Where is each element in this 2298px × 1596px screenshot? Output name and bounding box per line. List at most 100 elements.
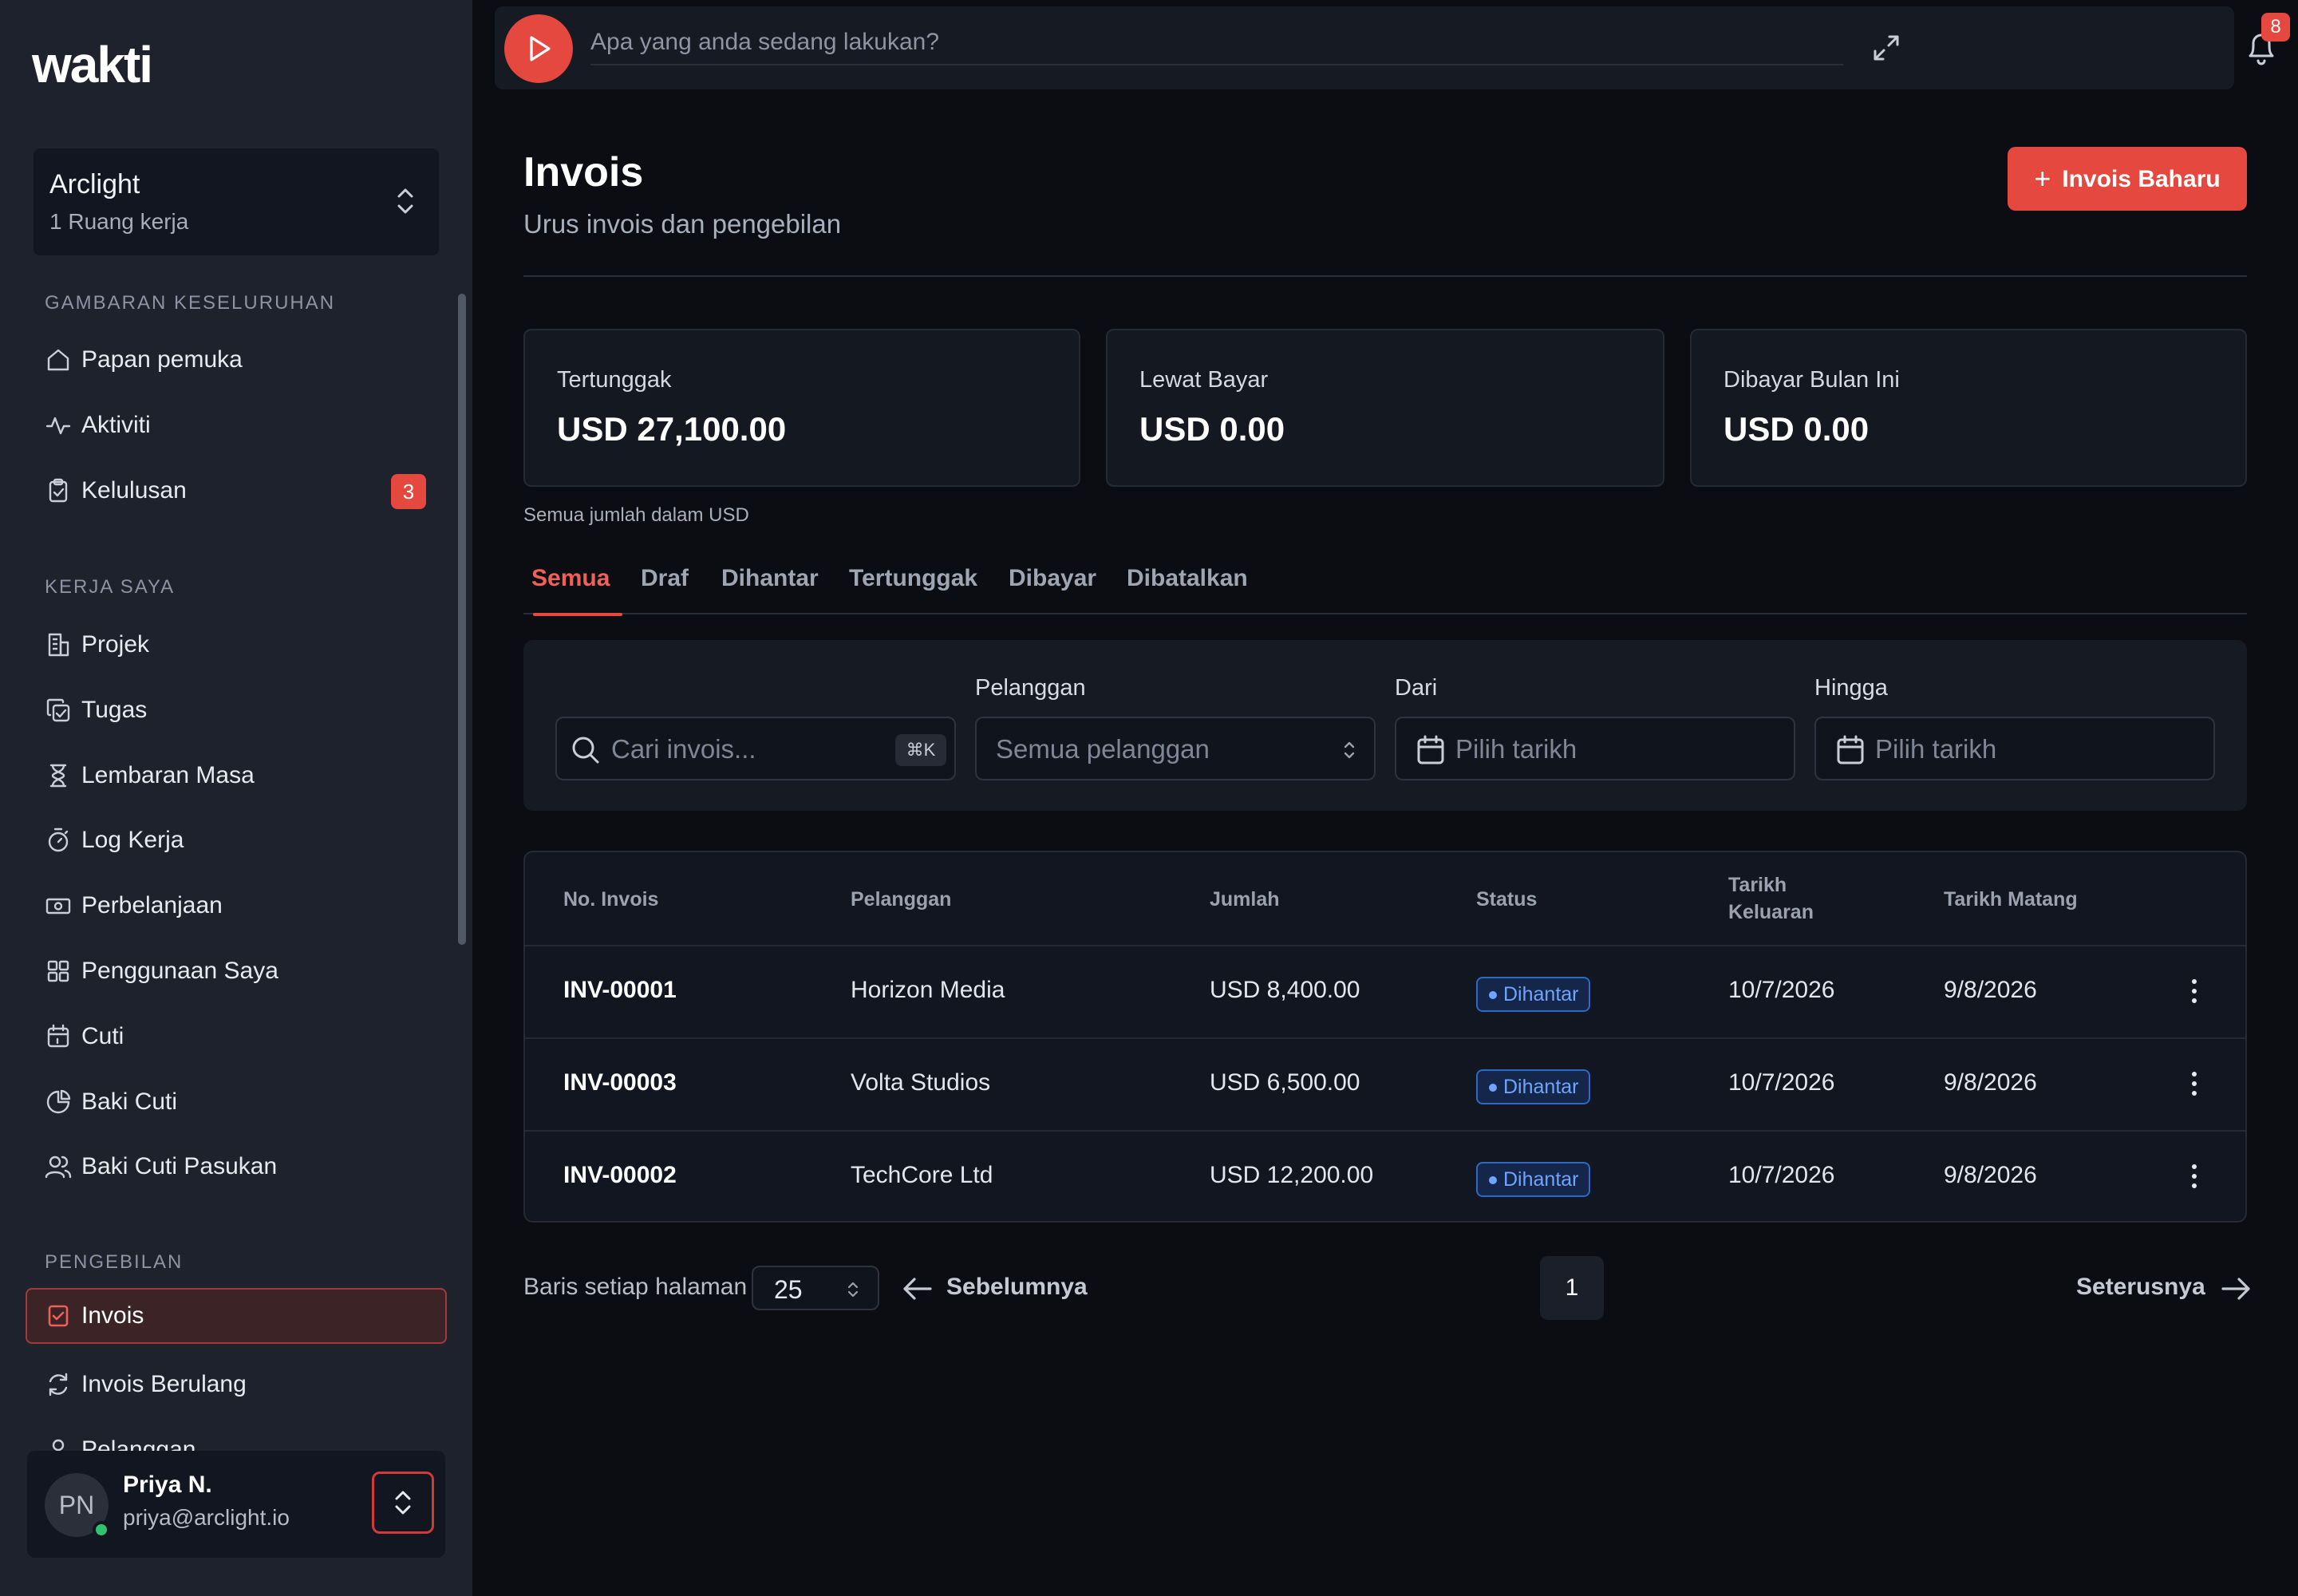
sidebar-item-invoices[interactable]: Invois <box>26 1288 447 1344</box>
sidebar-item-dashboard[interactable]: Papan pemuka <box>26 332 447 388</box>
start-timer-button[interactable] <box>504 14 573 83</box>
app-logo[interactable]: wakti <box>32 35 153 94</box>
timer-icon <box>48 828 69 852</box>
sidebar-item-expenses[interactable]: Perbelanjaan <box>26 878 447 934</box>
invoice-due-date: 9/8/2026 <box>1944 977 2037 1003</box>
tab-cancelled[interactable]: Dibatalkan <box>1127 565 1248 614</box>
building-icon <box>48 633 69 657</box>
sidebar-item-label: Lembaran Masa <box>81 762 255 788</box>
from-date-picker[interactable]: Pilih tarikh <box>1395 717 1795 780</box>
search-input[interactable]: Cari invois... ⌘K <box>555 717 956 780</box>
invoice-due-date: 9/8/2026 <box>1944 1162 2037 1188</box>
sidebar-item-worklog[interactable]: Log Kerja <box>26 812 447 868</box>
tab-outstanding[interactable]: Tertunggak <box>849 565 977 614</box>
more-vertical-icon[interactable] <box>2185 1160 2204 1192</box>
to-date-picker[interactable]: Pilih tarikh <box>1814 717 2215 780</box>
workspace-switcher[interactable]: Arclight 1 Ruang kerja <box>34 148 439 255</box>
refresh-icon <box>49 1373 68 1396</box>
currency-note: Semua jumlah dalam USD <box>523 504 749 526</box>
to-date-placeholder: Pilih tarikh <box>1875 734 1997 764</box>
chevrons-up-down-icon <box>847 1282 859 1298</box>
banknote-icon <box>45 898 71 915</box>
page-title: Invois <box>523 149 644 196</box>
search-placeholder: Cari invois... <box>611 734 756 764</box>
invoice-table: No. Invois Pelanggan Jumlah Status Tarik… <box>523 851 2247 1223</box>
summary-card-outstanding: Tertunggak USD 27,100.00 <box>523 329 1080 487</box>
column-header-customer[interactable]: Pelanggan <box>851 886 951 913</box>
invoice-issue-date: 10/7/2026 <box>1728 1162 1835 1188</box>
expand-icon[interactable] <box>1869 30 1904 65</box>
tab-sent[interactable]: Dihantar <box>721 565 819 614</box>
tab-label: Semua <box>531 565 610 591</box>
column-header-due-date[interactable]: Tarikh Matang <box>1944 886 2078 913</box>
invoice-amount: USD 6,500.00 <box>1210 1069 1360 1096</box>
workspace-name: Arclight <box>49 169 140 200</box>
summary-card-value: USD 0.00 <box>1139 410 1285 448</box>
table-row[interactable]: INV-00001 Horizon Media USD 8,400.00 Dih… <box>525 945 2245 1037</box>
user-menu[interactable]: PN Priya N. priya@arclight.io <box>27 1451 445 1558</box>
sidebar-item-leave-balance[interactable]: Baki Cuti <box>26 1074 447 1130</box>
invoice-number[interactable]: INV-00002 <box>563 1162 677 1189</box>
sidebar-item-my-usage[interactable]: Penggunaan Saya <box>26 943 447 999</box>
sidebar-item-label: Kelulusan <box>81 477 187 504</box>
new-invoice-button[interactable]: + Invois Baharu <box>2008 147 2247 211</box>
sidebar-item-recurring-invoices[interactable]: Invois Berulang <box>26 1357 447 1412</box>
tab-all[interactable]: Semua <box>531 565 622 616</box>
sidebar-item-label: Invois <box>81 1302 144 1329</box>
next-page-button[interactable]: Seterusnya <box>2076 1270 2252 1306</box>
summary-card-value: USD 0.00 <box>1724 410 1870 448</box>
invoice-issue-date: 10/7/2026 <box>1728 1069 1835 1096</box>
sidebar-item-leave[interactable]: Cuti <box>26 1009 447 1065</box>
more-vertical-icon[interactable] <box>2185 1068 2204 1100</box>
calendar-icon <box>1417 735 1444 764</box>
invoice-customer: TechCore Ltd <box>851 1162 993 1188</box>
sidebar-item-label: Baki Cuti Pasukan <box>81 1153 278 1179</box>
page-number-button[interactable]: 1 <box>1540 1256 1604 1320</box>
sidebar-item-timesheets[interactable]: Lembaran Masa <box>26 748 447 804</box>
tab-paid[interactable]: Dibayar <box>1009 565 1096 614</box>
status-badge: Dihantar <box>1476 1069 1590 1104</box>
summary-card-value: USD 27,100.00 <box>557 410 787 448</box>
sidebar-item-team-leave-balance[interactable]: Baki Cuti Pasukan <box>26 1139 447 1195</box>
workspace-count: 1 Ruang kerja <box>49 209 189 234</box>
sidebar-item-approvals[interactable]: Kelulusan 3 <box>26 463 447 519</box>
copy-check-icon <box>46 698 70 722</box>
customer-select-value: Semua pelanggan <box>996 734 1210 764</box>
status-tabs: Semua Draf Dihantar Tertunggak Dibayar D… <box>523 563 2247 616</box>
column-header-invoice-no[interactable]: No. Invois <box>563 886 658 913</box>
more-vertical-icon[interactable] <box>2185 975 2204 1007</box>
user-name: Priya N. <box>123 1472 212 1498</box>
sidebar-item-activity[interactable]: Aktiviti <box>26 397 447 453</box>
home-icon <box>47 349 69 371</box>
column-header-status[interactable]: Status <box>1476 886 1537 913</box>
chevrons-up-down-icon <box>395 1491 411 1515</box>
summary-card-label: Lewat Bayar <box>1139 367 1269 393</box>
chevrons-up-down-icon <box>1344 741 1355 759</box>
sidebar-item-projects[interactable]: Projek <box>26 617 447 673</box>
column-header-issue-date[interactable]: Tarikh Keluaran <box>1728 871 1824 926</box>
column-header-amount[interactable]: Jumlah <box>1210 886 1280 913</box>
rows-per-page-value: 25 <box>774 1275 803 1304</box>
customer-select[interactable]: Semua pelanggan <box>975 717 1376 780</box>
sidebar-item-label: Projek <box>81 631 150 658</box>
from-date-label: Dari <box>1395 675 1438 701</box>
summary-card-label: Tertunggak <box>557 367 672 393</box>
table-row[interactable]: INV-00002 TechCore Ltd USD 12,200.00 Dih… <box>525 1130 2245 1221</box>
activity-input[interactable] <box>590 21 1843 65</box>
sidebar-item-tasks[interactable]: Tugas <box>26 682 447 738</box>
rows-per-page-select[interactable]: 25 <box>752 1266 879 1310</box>
users-icon <box>45 1156 72 1179</box>
hourglass-icon <box>49 764 67 788</box>
tab-draft[interactable]: Draf <box>641 565 689 614</box>
invoice-number[interactable]: INV-00001 <box>563 977 677 1004</box>
user-menu-toggle-button[interactable] <box>372 1472 434 1534</box>
invoice-customer: Volta Studios <box>851 1069 991 1096</box>
sidebar-scrollbar[interactable] <box>458 294 466 945</box>
sidebar: wakti Arclight 1 Ruang kerja GAMBARAN KE… <box>0 0 472 1596</box>
summary-card-label: Dibayar Bulan Ini <box>1724 367 1900 393</box>
customer-filter-label: Pelanggan <box>975 675 1086 701</box>
invoice-number[interactable]: INV-00003 <box>563 1069 677 1096</box>
section-title-my-work: KERJA SAYA <box>45 576 176 598</box>
table-row[interactable]: INV-00003 Volta Studios USD 6,500.00 Dih… <box>525 1037 2245 1130</box>
user-email: priya@arclight.io <box>123 1505 290 1530</box>
